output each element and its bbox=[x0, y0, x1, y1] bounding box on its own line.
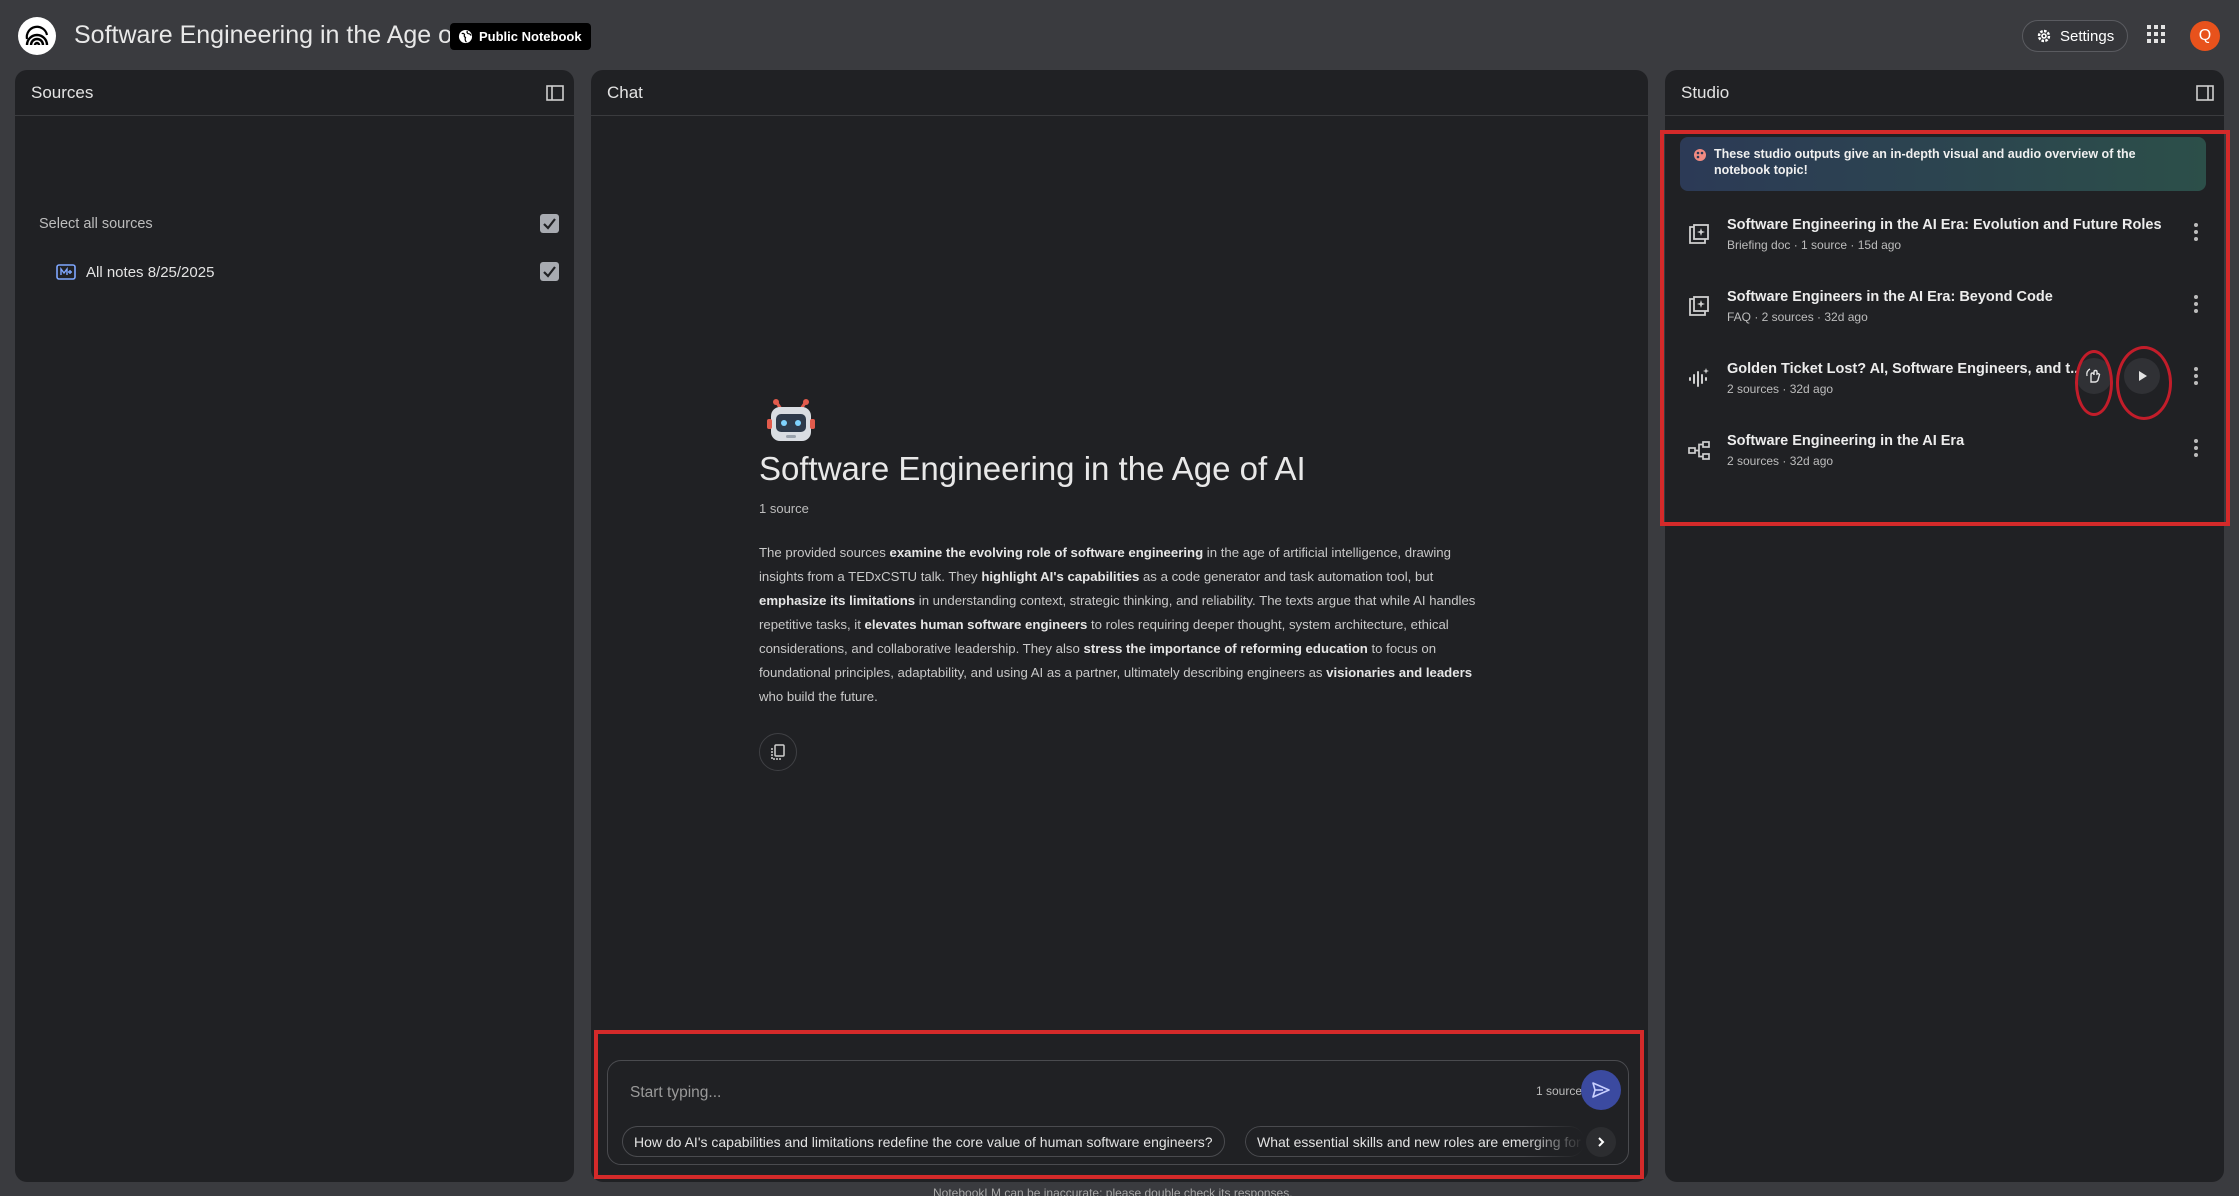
studio-header: Studio bbox=[1665, 70, 2224, 116]
studio-highlight-box bbox=[1660, 130, 2230, 526]
source-item-label: All notes 8/25/2025 bbox=[86, 263, 215, 281]
notebook-summary: The provided sources examine the evolvin… bbox=[759, 541, 1479, 709]
summary-emphasis: highlight AI's capabilities bbox=[981, 569, 1140, 584]
apps-grid-icon[interactable] bbox=[2146, 24, 2166, 44]
collapse-panel-icon[interactable] bbox=[2195, 83, 2215, 103]
notebooklm-logo-icon[interactable] bbox=[18, 17, 56, 55]
avatar[interactable]: Q bbox=[2190, 21, 2220, 51]
gear-icon bbox=[2037, 29, 2051, 43]
notebook-title[interactable]: Software Engineering in the Age of AI bbox=[74, 21, 488, 50]
summary-text: who build the future. bbox=[759, 689, 878, 704]
select-all-row[interactable]: Select all sources bbox=[39, 209, 559, 239]
sources-header: Sources bbox=[15, 70, 574, 116]
disclaimer-text: NotebookLM can be inaccurate; please dou… bbox=[933, 1186, 1293, 1196]
public-notebook-label: Public Notebook bbox=[479, 29, 582, 44]
summary-emphasis: visionaries and leaders bbox=[1326, 665, 1473, 680]
checkmark-icon bbox=[543, 266, 556, 278]
summary-emphasis: emphasize its limitations bbox=[759, 593, 916, 608]
chat-title: Chat bbox=[607, 82, 643, 102]
robot-emoji-icon bbox=[767, 399, 815, 441]
top-bar: Software Engineering in the Age of AI Pu… bbox=[0, 0, 2239, 70]
chat-source-count: 1 source bbox=[759, 501, 809, 516]
settings-label: Settings bbox=[2060, 27, 2115, 45]
sources-title: Sources bbox=[31, 82, 94, 102]
select-all-label: Select all sources bbox=[39, 216, 153, 232]
summary-text: The provided sources bbox=[759, 545, 890, 560]
sources-panel: Sources Select all sources All notes 8/2… bbox=[15, 70, 574, 1182]
studio-title: Studio bbox=[1681, 82, 1730, 102]
summary-text: as a code generator and task automation … bbox=[1139, 569, 1434, 584]
copy-icon bbox=[771, 744, 785, 760]
play-button-highlight bbox=[2116, 346, 2172, 420]
checkmark-icon bbox=[543, 218, 556, 230]
summary-emphasis: examine the evolving role of software en… bbox=[889, 545, 1204, 560]
chat-panel: Chat Software Engineering in the Age of … bbox=[591, 70, 1648, 1182]
globe-icon bbox=[458, 29, 473, 44]
public-notebook-badge[interactable]: Public Notebook bbox=[450, 23, 591, 50]
settings-button[interactable]: Settings bbox=[2022, 20, 2129, 52]
copy-button[interactable] bbox=[759, 733, 797, 771]
summary-emphasis: stress the importance of reforming educa… bbox=[1083, 641, 1368, 656]
source-item[interactable]: All notes 8/25/2025 bbox=[39, 257, 559, 287]
collapse-panel-icon[interactable] bbox=[545, 83, 565, 103]
input-highlight-box bbox=[594, 1030, 1644, 1179]
notebook-heading: Software Engineering in the Age of AI bbox=[759, 450, 1306, 487]
note-icon bbox=[56, 264, 76, 280]
source-checkbox[interactable] bbox=[540, 262, 559, 281]
summary-emphasis: elevates human software engineers bbox=[864, 617, 1088, 632]
select-all-checkbox[interactable] bbox=[540, 214, 559, 233]
interactive-button-highlight bbox=[2075, 350, 2113, 416]
chat-header: Chat bbox=[591, 70, 1648, 116]
